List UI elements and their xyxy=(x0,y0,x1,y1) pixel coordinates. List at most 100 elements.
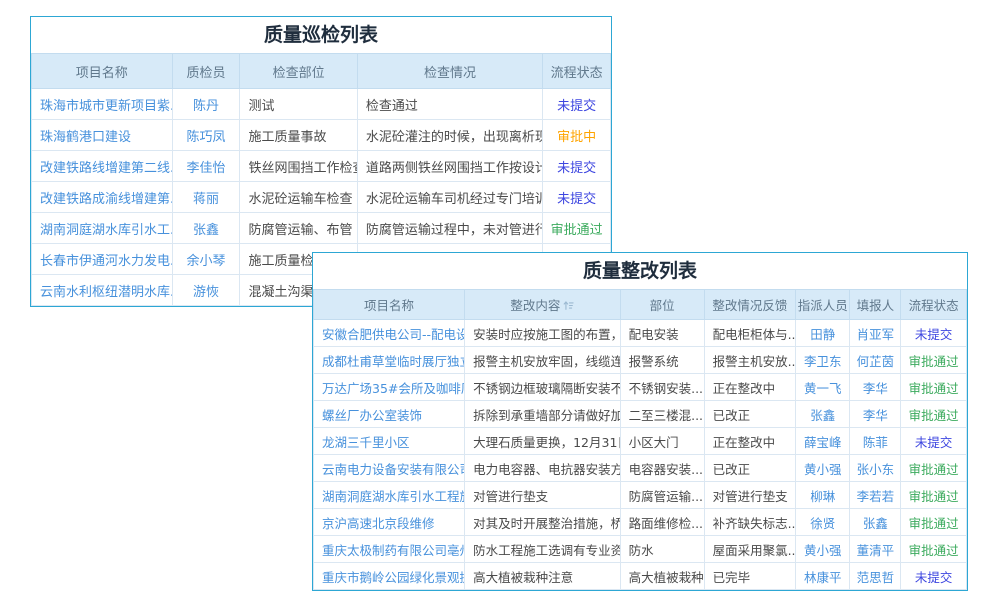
reporter-link[interactable]: 李华 xyxy=(850,374,901,401)
content-cell: 大理石质量更换，12月31日之... xyxy=(465,428,621,455)
column-header-feedback: 整改情况反馈 xyxy=(704,290,796,320)
status-cell: 审批通过 xyxy=(901,536,967,563)
assignee-link[interactable]: 黄一飞 xyxy=(796,374,850,401)
reporter-link[interactable]: 陈菲 xyxy=(850,428,901,455)
status-cell: 未提交 xyxy=(543,89,611,120)
column-header-content[interactable]: 整改内容 xyxy=(465,290,621,320)
reporter-link[interactable]: 肖亚军 xyxy=(850,320,901,347)
status-cell: 未提交 xyxy=(901,563,967,590)
project-link[interactable]: 改建铁路成渝线增建第... xyxy=(32,182,173,213)
part-cell: 防腐管运输、布管 xyxy=(240,213,357,244)
feedback-cell: 已完毕 xyxy=(704,563,796,590)
feedback-cell: 对管进行垫支 xyxy=(704,482,796,509)
table-row: 改建铁路线增建第二线...李佳怡铁丝网围挡工作检查道路两侧铁丝网围挡工作按设计.… xyxy=(32,151,611,182)
project-link[interactable]: 成都杜甫草堂临时展厅独立展... xyxy=(314,347,465,374)
inspector-link[interactable]: 蒋丽 xyxy=(172,182,240,213)
project-link[interactable]: 安徽合肥供电公司--配电设备... xyxy=(314,320,465,347)
column-header-label: 检查情况 xyxy=(424,66,476,81)
project-link[interactable]: 湖南洞庭湖水库引水工... xyxy=(32,213,173,244)
rectification-table-body: 安徽合肥供电公司--配电设备...安装时应按施工图的布置，将...配电安装配电柜… xyxy=(314,320,967,590)
status-cell: 审批通过 xyxy=(901,401,967,428)
content-cell: 报警主机安放牢固，线缆连接... xyxy=(465,347,621,374)
assignee-link[interactable]: 柳琳 xyxy=(796,482,850,509)
inspector-link[interactable]: 张鑫 xyxy=(172,213,240,244)
part-cell: 测试 xyxy=(240,89,357,120)
assignee-link[interactable]: 李卫东 xyxy=(796,347,850,374)
part-cell: 报警系统 xyxy=(620,347,704,374)
assignee-link[interactable]: 田静 xyxy=(796,320,850,347)
project-link[interactable]: 湖南洞庭湖水库引水工程施工标 xyxy=(314,482,465,509)
situation-cell: 道路两侧铁丝网围挡工作按设计... xyxy=(357,151,542,182)
reporter-link[interactable]: 何芷茵 xyxy=(850,347,901,374)
project-link[interactable]: 云南电力设备安装有限公司20... xyxy=(314,455,465,482)
project-link[interactable]: 改建铁路线增建第二线... xyxy=(32,151,173,182)
column-header-part: 部位 xyxy=(620,290,704,320)
table-row: 安徽合肥供电公司--配电设备...安装时应按施工图的布置，将...配电安装配电柜… xyxy=(314,320,967,347)
feedback-cell: 补齐缺失标志... xyxy=(704,509,796,536)
project-link[interactable]: 长春市伊通河水力发电... xyxy=(32,244,173,275)
status-cell: 审批通过 xyxy=(901,482,967,509)
project-link[interactable]: 龙湖三千里小区 xyxy=(314,428,465,455)
column-header-label: 指派人员 xyxy=(798,298,848,313)
part-cell: 水泥砼运输车检查 xyxy=(240,182,357,213)
table-row: 改建铁路成渝线增建第...蒋丽水泥砼运输车检查水泥砼运输车司机经过专门培训...… xyxy=(32,182,611,213)
project-link[interactable]: 重庆市鹅岭公园绿化景观提升... xyxy=(314,563,465,590)
feedback-cell: 正在整改中 xyxy=(704,428,796,455)
rectification-table-title: 质量整改列表 xyxy=(313,253,967,289)
project-link[interactable]: 重庆太极制药有限公司亳州中... xyxy=(314,536,465,563)
column-header-status: 流程状态 xyxy=(543,54,611,89)
project-link[interactable]: 螺丝厂办公室装饰 xyxy=(314,401,465,428)
reporter-link[interactable]: 董清平 xyxy=(850,536,901,563)
feedback-cell: 配电柜柜体与... xyxy=(704,320,796,347)
reporter-link[interactable]: 李华 xyxy=(850,401,901,428)
table-row: 珠海鹤港口建设陈巧凤施工质量事故水泥砼灌注的时候，出现离析现象审批中 xyxy=(32,120,611,151)
column-header-label: 部位 xyxy=(650,298,675,313)
table-row: 珠海市城市更新项目紫...陈丹测试检查通过未提交 xyxy=(32,89,611,120)
assignee-link[interactable]: 薛宝峰 xyxy=(796,428,850,455)
status-cell: 未提交 xyxy=(543,151,611,182)
project-link[interactable]: 云南水利枢纽潜明水库... xyxy=(32,275,173,306)
content-cell: 防水工程施工选调有专业资质... xyxy=(465,536,621,563)
assignee-link[interactable]: 张鑫 xyxy=(796,401,850,428)
content-cell: 电力电容器、电抗器安装方案,... xyxy=(465,455,621,482)
project-link[interactable]: 万达广场35#会所及咖啡厅空... xyxy=(314,374,465,401)
content-cell: 安装时应按施工图的布置，将... xyxy=(465,320,621,347)
status-cell: 未提交 xyxy=(901,320,967,347)
part-cell: 施工质量事故 xyxy=(240,120,357,151)
assignee-link[interactable]: 林康平 xyxy=(796,563,850,590)
inspector-link[interactable]: 陈巧凤 xyxy=(172,120,240,151)
reporter-link[interactable]: 张小东 xyxy=(850,455,901,482)
column-header-reporter: 填报人 xyxy=(850,290,901,320)
situation-cell: 防腐管运输过程中，未对管进行... xyxy=(357,213,542,244)
part-cell: 电容器安装... xyxy=(620,455,704,482)
content-cell: 对其及时开展整治措施，桥头... xyxy=(465,509,621,536)
inspector-link[interactable]: 游恢 xyxy=(172,275,240,306)
assignee-link[interactable]: 徐贤 xyxy=(796,509,850,536)
rectification-header-row: 项目名称整改内容 部位 整改情况反馈指派人员填报人流程状态 xyxy=(314,290,967,320)
part-cell: 配电安装 xyxy=(620,320,704,347)
content-cell: 对管进行垫支 xyxy=(465,482,621,509)
project-link[interactable]: 珠海市城市更新项目紫... xyxy=(32,89,173,120)
inspector-link[interactable]: 陈丹 xyxy=(172,89,240,120)
part-cell: 小区大门 xyxy=(620,428,704,455)
column-header-project: 项目名称 xyxy=(314,290,465,320)
reporter-link[interactable]: 张鑫 xyxy=(850,509,901,536)
feedback-cell: 报警主机安放... xyxy=(704,347,796,374)
column-header-status: 流程状态 xyxy=(901,290,967,320)
feedback-cell: 屋面采用聚氯... xyxy=(704,536,796,563)
reporter-link[interactable]: 范思哲 xyxy=(850,563,901,590)
status-cell: 未提交 xyxy=(901,428,967,455)
part-cell: 路面维修检... xyxy=(620,509,704,536)
status-cell: 审批通过 xyxy=(901,509,967,536)
inspector-link[interactable]: 余小琴 xyxy=(172,244,240,275)
project-link[interactable]: 京沪高速北京段维修 xyxy=(314,509,465,536)
inspector-link[interactable]: 李佳怡 xyxy=(172,151,240,182)
assignee-link[interactable]: 黄小强 xyxy=(796,455,850,482)
reporter-link[interactable]: 李若若 xyxy=(850,482,901,509)
project-link[interactable]: 珠海鹤港口建设 xyxy=(32,120,173,151)
part-cell: 防腐管运输... xyxy=(620,482,704,509)
column-header-part: 检查部位 xyxy=(240,54,357,89)
status-cell: 审批通过 xyxy=(543,213,611,244)
assignee-link[interactable]: 黄小强 xyxy=(796,536,850,563)
status-cell: 审批通过 xyxy=(901,455,967,482)
